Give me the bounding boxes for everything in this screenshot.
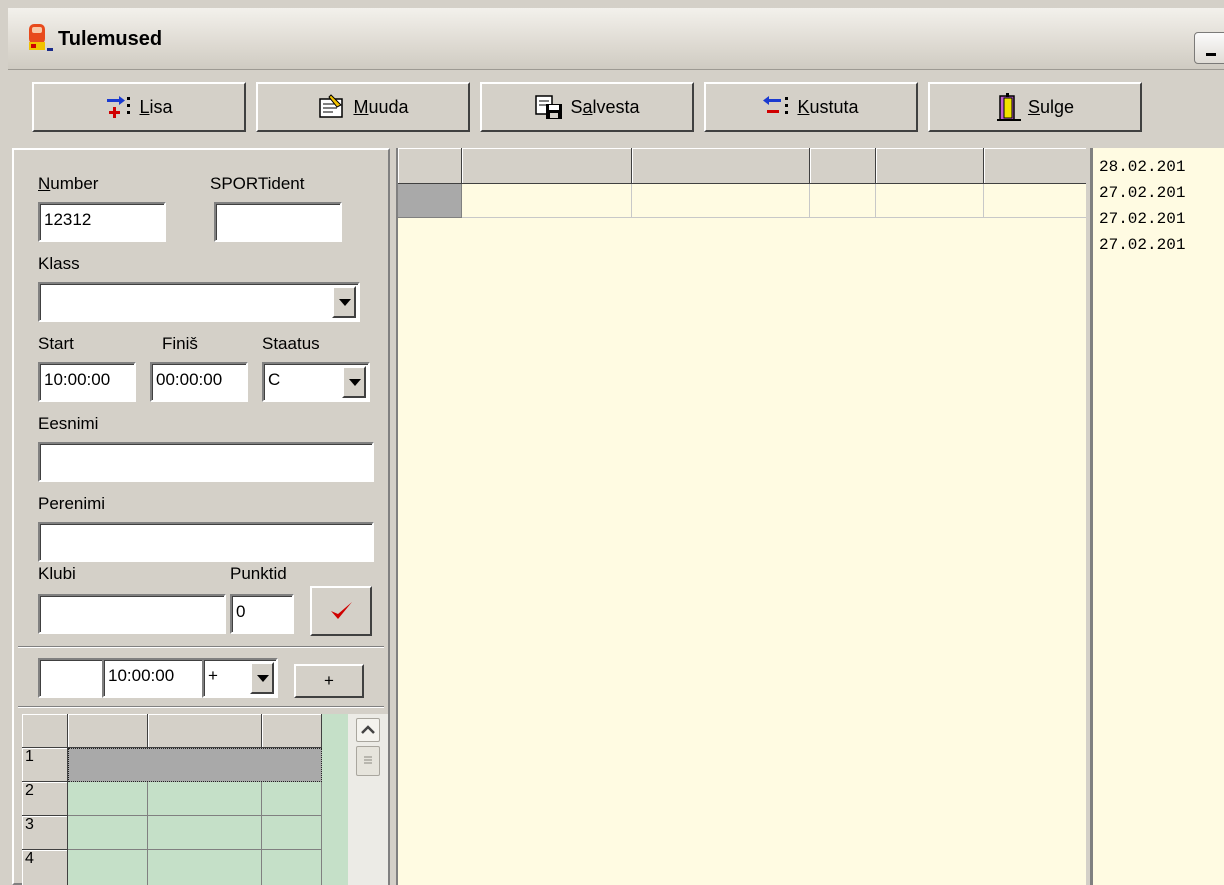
grid-corner-cell <box>398 148 462 184</box>
grid-header-cell[interactable] <box>68 714 148 748</box>
save-button-label: Salvesta <box>570 96 640 117</box>
number-label: Number <box>38 174 99 193</box>
klass-label: Klass <box>38 254 80 273</box>
last-name-input[interactable] <box>38 522 374 562</box>
list-item[interactable]: 27.02.201 <box>1099 210 1185 228</box>
minimize-button[interactable] <box>1194 32 1224 64</box>
grid-header-cell[interactable] <box>262 714 322 748</box>
close-button[interactable]: Sulge <box>928 82 1142 132</box>
start-time-input[interactable]: 10:00:00 <box>38 362 136 402</box>
first-name-label: Eesnimi <box>38 414 99 433</box>
grid-header-cell[interactable] <box>984 148 1086 184</box>
close-button-label: Sulge <box>1027 96 1075 117</box>
table-row-selected[interactable] <box>68 748 322 782</box>
grip-icon <box>364 756 372 764</box>
club-input[interactable] <box>38 594 226 634</box>
adjust-add-button[interactable]: + <box>294 664 364 698</box>
status-label: Staatus <box>262 334 320 353</box>
edit-button-label: Muuda <box>353 96 409 117</box>
scroll-thumb[interactable] <box>356 746 380 776</box>
grid-row-number: 3 <box>22 816 68 850</box>
club-label: Klubi <box>38 564 76 583</box>
log-list[interactable]: 28.02.201 27.02.201 27.02.201 27.02.201 <box>1090 148 1224 885</box>
grid-header-cell[interactable] <box>810 148 876 184</box>
splits-grid-scrollbar[interactable] <box>348 714 388 885</box>
table-cell[interactable] <box>462 184 632 218</box>
delete-record-icon <box>763 96 789 114</box>
grid-row-number: 4 <box>22 850 68 885</box>
table-cell[interactable] <box>262 782 322 816</box>
status-dropdown-button[interactable] <box>342 366 366 398</box>
confirm-button[interactable] <box>310 586 372 636</box>
points-label: Punktid <box>230 564 287 583</box>
points-input[interactable]: 0 <box>230 594 294 634</box>
grid-row-number: 1 <box>22 748 68 782</box>
table-cell[interactable] <box>876 184 984 218</box>
list-item[interactable]: 27.02.201 <box>1099 236 1185 254</box>
finish-label: Finiš <box>162 334 198 353</box>
finish-time-input[interactable]: 00:00:00 <box>150 362 248 402</box>
first-name-input[interactable] <box>38 442 374 482</box>
save-icon <box>535 95 563 119</box>
grid-header-cell[interactable] <box>632 148 810 184</box>
grid-separator <box>18 706 384 708</box>
save-button[interactable]: Salvesta <box>480 82 694 132</box>
table-cell[interactable] <box>148 850 262 885</box>
sportident-input[interactable] <box>214 202 342 242</box>
chevron-up-icon <box>361 725 375 734</box>
sportident-label: SPORTident <box>210 174 305 193</box>
add-record-icon <box>107 96 131 118</box>
row-indicator-cell[interactable] <box>398 184 462 218</box>
adjust-sign-value: + <box>208 666 218 685</box>
table-cell[interactable] <box>148 816 262 850</box>
checkmark-icon <box>331 602 352 619</box>
edit-button[interactable]: Muuda <box>256 82 470 132</box>
grid-header-cell[interactable] <box>876 148 984 184</box>
scroll-up-button[interactable] <box>356 718 380 742</box>
add-button[interactable]: Lisa <box>32 82 246 132</box>
add-button-label: Lisa <box>139 96 173 117</box>
grid-corner-cell <box>22 714 68 748</box>
table-cell[interactable] <box>984 184 1086 218</box>
window-title: Tulemused <box>58 28 163 50</box>
minimize-icon <box>1206 53 1216 56</box>
results-window: Tulemused Lisa Muuda Salvesta Kustuta Su… <box>0 0 1224 885</box>
results-grid[interactable] <box>396 148 1086 885</box>
table-cell[interactable] <box>68 850 148 885</box>
table-cell[interactable] <box>262 850 322 885</box>
title-bar[interactable]: Tulemused <box>8 8 1224 70</box>
entry-form-panel: Number SPORTident 12312 Klass Start Fini… <box>12 148 390 885</box>
edit-record-icon <box>319 94 344 118</box>
door-exit-icon <box>996 93 1021 121</box>
app-icon <box>29 24 53 51</box>
grid-header-cell[interactable] <box>148 714 262 748</box>
table-cell[interactable] <box>68 782 148 816</box>
toolbar: Lisa Muuda Salvesta Kustuta Sulge <box>8 70 1224 146</box>
adjust-sign-dropdown-button[interactable] <box>250 662 274 694</box>
klass-select[interactable] <box>38 282 360 322</box>
table-cell[interactable] <box>632 184 810 218</box>
form-separator <box>18 646 384 648</box>
last-name-label: Perenimi <box>38 494 106 513</box>
klass-dropdown-button[interactable] <box>332 286 356 318</box>
adjust-control-input[interactable] <box>38 658 104 698</box>
list-item[interactable]: 27.02.201 <box>1099 184 1185 202</box>
table-cell[interactable] <box>262 816 322 850</box>
adjust-time-input[interactable]: 10:00:00 <box>102 658 204 698</box>
delete-button[interactable]: Kustuta <box>704 82 918 132</box>
table-cell[interactable] <box>810 184 876 218</box>
splits-grid[interactable]: 1 2 3 4 <box>22 714 348 885</box>
list-item[interactable]: 28.02.201 <box>1099 158 1185 176</box>
grid-header-cell[interactable] <box>462 148 632 184</box>
start-label: Start <box>38 334 74 353</box>
status-select-value: C <box>268 370 281 389</box>
table-cell[interactable] <box>148 782 262 816</box>
number-input[interactable]: 12312 <box>38 202 166 242</box>
delete-button-label: Kustuta <box>797 96 859 117</box>
grid-row-number: 2 <box>22 782 68 816</box>
table-cell[interactable] <box>68 816 148 850</box>
